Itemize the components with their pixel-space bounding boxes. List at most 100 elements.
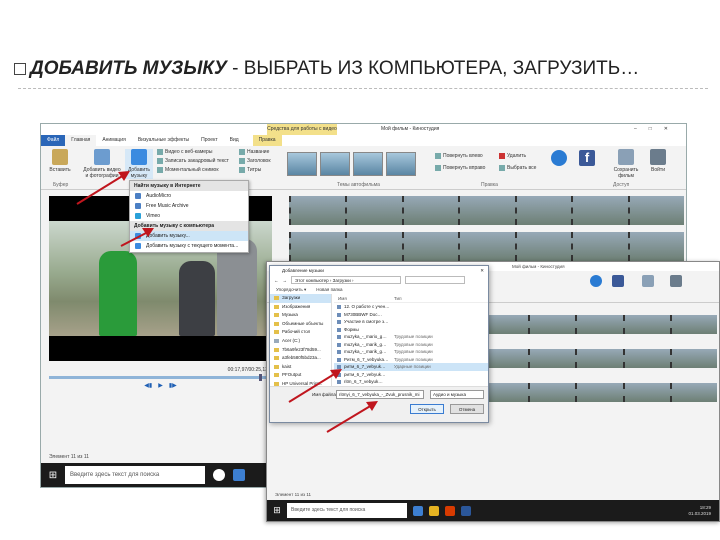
narration-button[interactable]: Записать закадровый текст (157, 157, 229, 166)
taskbar-search-input[interactable]: Введите здесь текст для поиска (287, 503, 407, 518)
nav-item[interactable]: PFOutput (270, 371, 331, 380)
word-icon[interactable] (461, 505, 471, 516)
previous-frame-icon[interactable]: ◀▮ (144, 382, 152, 389)
close-icon[interactable]: ✕ (480, 266, 484, 275)
windows-start-icon[interactable]: ⊞ (267, 505, 287, 516)
file-row[interactable]: 12. О работе с учен… (334, 303, 488, 311)
facebook-button[interactable]: f (575, 150, 599, 168)
taskbar-search-input[interactable]: Введите здесь текст для поиска (65, 466, 205, 484)
seek-bar[interactable] (49, 374, 272, 381)
delete-button[interactable]: Удалить (499, 152, 526, 161)
nav-item[interactable]: a3feb580f5bd23a... (270, 354, 331, 363)
storyboard-row[interactable] (289, 196, 684, 225)
folder-icon (274, 373, 279, 378)
file-row[interactable]: ритм_6_7_vebyuk… (334, 371, 488, 379)
edge-icon[interactable] (413, 505, 423, 516)
add-video-button[interactable]: Добавить видео и фотографии (83, 149, 121, 179)
storyboard-row[interactable] (481, 349, 718, 368)
play-icon[interactable]: ▶ (158, 382, 163, 389)
windows-start-icon[interactable]: ⊞ (41, 470, 65, 481)
paste-button[interactable]: Вставить (45, 149, 75, 173)
new-folder-button[interactable]: Новая папка (316, 285, 342, 294)
menu-item-add-music[interactable]: Добавить музыку... (130, 231, 248, 241)
filename-input[interactable]: ritmyi_6_7_vebyuka_-_Zvuk_prusnik_mi (336, 390, 424, 399)
menu-item-free-music-archive[interactable]: Free Music Archive (130, 201, 248, 211)
nav-item[interactable]: kaist (270, 363, 331, 372)
filename-label: Имя файла: (312, 392, 338, 397)
cancel-button[interactable]: Отмена (450, 404, 484, 414)
office-icon[interactable] (445, 505, 455, 516)
nav-item[interactable]: Объемные объекты (270, 320, 331, 329)
theme-thumb[interactable] (287, 152, 317, 176)
tab-animation[interactable]: Анимация (96, 135, 131, 146)
tab-home[interactable]: Главная (65, 135, 97, 146)
taskbar-clock[interactable]: 18:29 01.03.2019 (688, 505, 711, 517)
edge-icon[interactable] (233, 469, 245, 481)
tab-view[interactable]: Вид (224, 135, 245, 146)
storyboard-row[interactable] (289, 232, 684, 261)
signin-button[interactable]: Войти (645, 149, 671, 173)
signin-button[interactable] (667, 275, 685, 289)
onedrive-button[interactable] (587, 275, 605, 289)
save-movie-button[interactable]: Сохранить фильм (611, 149, 641, 179)
nav-item[interactable]: Изображения (270, 303, 331, 312)
menu-item-audiomicro[interactable]: AudioMicro (130, 191, 248, 201)
add-music-button[interactable]: Добавить музыку (125, 149, 153, 179)
rotate-left-button[interactable]: Повернуть влево (435, 152, 483, 161)
column-name[interactable]: Имя (334, 294, 394, 302)
storyboard-row[interactable] (481, 383, 718, 402)
title-button[interactable]: Название (239, 148, 269, 157)
file-row[interactable]: muzyka_-_marik_g… Трудовые позиции (334, 341, 488, 349)
next-frame-icon[interactable]: ▮▶ (169, 382, 177, 389)
facebook-button[interactable] (609, 275, 627, 289)
context-tab-label: Средства для работы с видео (267, 124, 337, 135)
organize-button[interactable]: Упорядочить ▾ (276, 285, 306, 294)
forward-arrow-icon[interactable]: → (283, 278, 288, 283)
tab-visual-effects[interactable]: Визуальные эффекты (132, 135, 195, 146)
file-row[interactable]: muzyka_-_marik_g… Трудовые позиции (334, 348, 488, 356)
open-button[interactable]: Открыть (410, 404, 444, 414)
filetype-select[interactable]: Аудио и музыка (430, 390, 484, 399)
file-row[interactable]: muzyka_-_mario_g… Трудовые позиции (334, 333, 488, 341)
nav-item[interactable]: Рабочий стол (270, 328, 331, 337)
nav-item[interactable]: Acer (C:) (270, 337, 331, 346)
dialog-search-input[interactable] (405, 276, 465, 284)
file-row[interactable]: ritm_6_7_vebyuk… (334, 378, 488, 386)
save-movie-button[interactable] (637, 275, 659, 289)
storyboard-row[interactable] (481, 315, 718, 334)
heading-button[interactable]: Заголовок (239, 157, 271, 166)
nav-item[interactable]: Музыка (270, 311, 331, 320)
theme-thumb[interactable] (320, 152, 350, 176)
file-row[interactable]: Участие в смотре з… (334, 318, 488, 326)
photo-icon (94, 149, 110, 165)
task-view-icon[interactable] (213, 469, 225, 481)
back-arrow-icon[interactable]: ← (274, 278, 279, 283)
file-row[interactable]: Ритм_6_7_vebyuka… Трудовые позиции (334, 356, 488, 364)
explorer-icon[interactable] (429, 505, 439, 516)
tab-file[interactable]: Файл (41, 135, 66, 146)
save-movie-icon (642, 275, 654, 287)
menu-item-vimeo[interactable]: Vimeo (130, 211, 248, 221)
webcam-button[interactable]: Видео с веб-камеры (157, 148, 212, 157)
folder-icon (274, 304, 279, 309)
credits-button[interactable]: Титры (239, 166, 261, 175)
file-row[interactable]: M730BBWF Doc… (334, 311, 488, 319)
rotate-right-button[interactable]: Повернуть вправо (435, 164, 485, 173)
tab-edit[interactable]: Правка (252, 135, 282, 146)
nav-item-downloads[interactable]: Загрузки (270, 294, 331, 303)
file-row[interactable]: Формы (334, 326, 488, 334)
theme-thumb[interactable] (386, 152, 416, 176)
onedrive-button[interactable] (547, 150, 571, 168)
menu-header-pc: Добавить музыку с компьютера (130, 221, 248, 231)
file-row-selected[interactable]: ритм_6_7_vebyuk… Ударные позиции (334, 363, 488, 371)
select-all-button[interactable]: Выбрать все (499, 164, 536, 173)
theme-thumb[interactable] (353, 152, 383, 176)
window-controls[interactable]: –□✕ (634, 124, 680, 135)
nav-item[interactable]: 7b6a9fe23f78d59... (270, 346, 331, 355)
menu-item-add-music-current[interactable]: Добавить музыку с текущего момента... (130, 241, 248, 251)
column-type[interactable]: Тип (394, 294, 402, 302)
address-path[interactable]: Этот компьютер › Загрузки › (291, 276, 401, 284)
snapshot-button[interactable]: Моментальный снимок (157, 166, 219, 175)
tab-project[interactable]: Проект (195, 135, 223, 146)
window-titlebar: Средства для работы с видео Мой фильм - … (41, 124, 686, 135)
